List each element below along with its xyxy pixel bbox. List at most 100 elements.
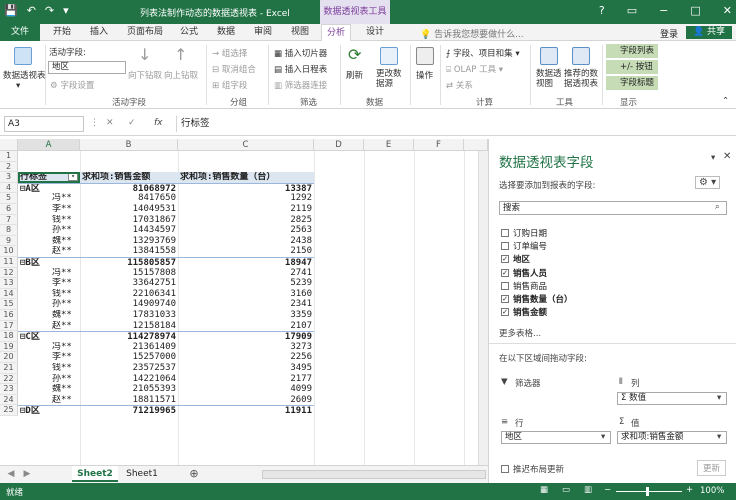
table-cell[interactable]: 2825 bbox=[178, 215, 314, 226]
field-headers-toggle[interactable]: 字段标题 bbox=[606, 76, 658, 90]
table-cell[interactable] bbox=[178, 162, 314, 173]
active-field-input[interactable]: 地区 bbox=[48, 61, 126, 74]
table-cell[interactable]: ⊟A区 bbox=[18, 182, 80, 193]
zoom-slider[interactable] bbox=[616, 491, 682, 492]
table-cell[interactable]: 孙** bbox=[18, 299, 80, 310]
help-icon[interactable]: ? bbox=[599, 4, 605, 17]
field-settings-button[interactable]: ⚙ 字段设置 bbox=[50, 79, 94, 91]
row-header[interactable]: 10 bbox=[0, 246, 18, 257]
row-header[interactable]: 16 bbox=[0, 310, 18, 321]
ungroup-button[interactable]: ⊟ 取消组合 bbox=[212, 63, 256, 75]
table-cell[interactable]: 赵** bbox=[18, 395, 80, 406]
row-header[interactable]: 9 bbox=[0, 235, 18, 247]
column-header-d[interactable]: D bbox=[314, 139, 364, 151]
chevron-down-icon[interactable]: ▾ bbox=[16, 81, 20, 91]
table-cell[interactable]: 81068972 bbox=[80, 182, 178, 193]
table-cell[interactable]: 魏** bbox=[18, 310, 80, 321]
pivot-chart-button[interactable]: 数据透视图 bbox=[536, 69, 562, 89]
defer-update-checkbox[interactable]: 推迟布局更新 bbox=[501, 463, 564, 475]
row-header[interactable]: 18 bbox=[0, 331, 18, 342]
row-header[interactable]: 21 bbox=[0, 363, 18, 374]
checkbox[interactable] bbox=[501, 465, 509, 473]
row-header[interactable]: 22 bbox=[0, 373, 18, 385]
chevron-down-icon[interactable]: ▾ bbox=[717, 432, 721, 442]
filter-connections-button[interactable]: ▥ 筛选器连接 bbox=[274, 79, 327, 91]
change-source-button[interactable]: 更改数据源 bbox=[376, 69, 406, 89]
table-cell[interactable]: 1292 bbox=[178, 193, 314, 204]
tab-insert[interactable]: 插入 bbox=[90, 24, 108, 41]
table-cell[interactable]: 3495 bbox=[178, 363, 314, 374]
tab-review[interactable]: 审阅 bbox=[254, 24, 272, 41]
sum-amount-header[interactable]: 求和项:销售金额 bbox=[80, 172, 178, 183]
enter-icon[interactable]: ✓ bbox=[128, 118, 136, 128]
save-icon[interactable]: 💾 bbox=[4, 4, 18, 17]
table-cell[interactable]: 12158184 bbox=[80, 321, 178, 332]
table-cell[interactable]: 14221064 bbox=[80, 374, 178, 385]
table-cell[interactable]: 3273 bbox=[178, 342, 314, 353]
table-cell[interactable]: 赵** bbox=[18, 321, 80, 332]
close-icon[interactable]: ✕ bbox=[723, 4, 732, 17]
table-cell[interactable] bbox=[178, 151, 314, 162]
table-cell[interactable]: 赵** bbox=[18, 246, 80, 257]
table-cell[interactable]: 2741 bbox=[178, 268, 314, 279]
tab-analyze[interactable]: 分析 bbox=[321, 24, 352, 41]
field-item[interactable]: 销售商品 bbox=[501, 280, 547, 292]
column-header-b[interactable]: B bbox=[80, 139, 178, 151]
collapse-ribbon-icon[interactable]: ⌃ bbox=[722, 96, 729, 106]
row-header[interactable]: 12 bbox=[0, 267, 18, 279]
insert-timeline-button[interactable]: ▤ 插入日程表 bbox=[274, 63, 327, 75]
tab-formulas[interactable]: 公式 bbox=[180, 24, 198, 41]
table-cell[interactable]: 2609 bbox=[178, 395, 314, 406]
table-cell[interactable]: 冯** bbox=[18, 268, 80, 279]
field-search-input[interactable]: 搜索 bbox=[499, 201, 727, 215]
checkbox-checked[interactable]: ✓ bbox=[501, 295, 509, 303]
column-header-f[interactable]: F bbox=[414, 139, 464, 151]
row-header[interactable]: 15 bbox=[0, 299, 18, 310]
column-header-e[interactable]: E bbox=[364, 139, 414, 151]
actions-icon[interactable] bbox=[416, 47, 434, 65]
page-break-view-icon[interactable]: ▥ bbox=[584, 485, 592, 495]
ribbon-display-icon[interactable]: ▭ bbox=[627, 4, 637, 17]
table-cell[interactable]: 孙** bbox=[18, 225, 80, 236]
refresh-button[interactable]: 刷新 bbox=[346, 69, 363, 81]
columns-area-value[interactable]: Σ 数值 bbox=[617, 392, 727, 405]
table-cell[interactable]: ⊟D区 bbox=[18, 405, 80, 416]
group-selection-button[interactable]: → 组选择 bbox=[212, 47, 247, 59]
row-header[interactable]: 20 bbox=[0, 352, 18, 363]
checkbox-checked[interactable]: ✓ bbox=[501, 308, 509, 317]
table-cell[interactable]: 14049531 bbox=[80, 204, 178, 215]
tab-page-layout[interactable]: 页面布局 bbox=[127, 24, 163, 41]
pivot-table-button[interactable]: 数据透视表 bbox=[3, 69, 46, 81]
zoom-in-icon[interactable]: + bbox=[686, 485, 693, 495]
table-cell[interactable]: 李** bbox=[18, 352, 80, 363]
table-cell[interactable]: 李** bbox=[18, 204, 80, 215]
table-cell[interactable]: 23572537 bbox=[80, 363, 178, 374]
values-area-value[interactable]: 求和项:销售金额 bbox=[617, 431, 727, 444]
checkbox[interactable] bbox=[501, 229, 509, 237]
table-cell[interactable]: 21361409 bbox=[80, 342, 178, 353]
table-cell[interactable]: 22106341 bbox=[80, 289, 178, 300]
sheet-tab-sheet2[interactable]: Sheet2 bbox=[72, 466, 118, 482]
row-header[interactable]: 19 bbox=[0, 341, 18, 353]
rows-area-value[interactable]: 地区 bbox=[501, 431, 611, 444]
table-cell[interactable]: 魏** bbox=[18, 384, 80, 395]
tab-file[interactable]: 文件 bbox=[0, 24, 40, 41]
zoom-slider-thumb[interactable] bbox=[646, 487, 649, 496]
table-cell[interactable]: ⊟B区 bbox=[18, 257, 80, 268]
group-field-button[interactable]: ⊞ 组字段 bbox=[212, 79, 247, 91]
table-cell[interactable]: 5239 bbox=[178, 278, 314, 289]
column-header-c[interactable]: C bbox=[178, 139, 314, 151]
table-cell[interactable]: 17831033 bbox=[80, 310, 178, 321]
table-cell[interactable]: 11911 bbox=[178, 405, 314, 416]
table-cell[interactable] bbox=[80, 151, 178, 162]
row-header[interactable]: 1 bbox=[0, 151, 18, 162]
cancel-icon[interactable]: ✕ bbox=[106, 118, 114, 128]
login-link[interactable]: 登录 bbox=[660, 27, 678, 40]
minimize-icon[interactable]: − bbox=[659, 4, 668, 17]
table-cell[interactable]: 2177 bbox=[178, 374, 314, 385]
row-header[interactable]: 7 bbox=[0, 214, 18, 226]
table-cell[interactable]: 14909740 bbox=[80, 299, 178, 310]
table-cell[interactable]: 钱** bbox=[18, 289, 80, 300]
vertical-scrollbar[interactable] bbox=[478, 151, 488, 465]
insert-slicer-button[interactable]: ▦ 插入切片器 bbox=[274, 47, 327, 59]
